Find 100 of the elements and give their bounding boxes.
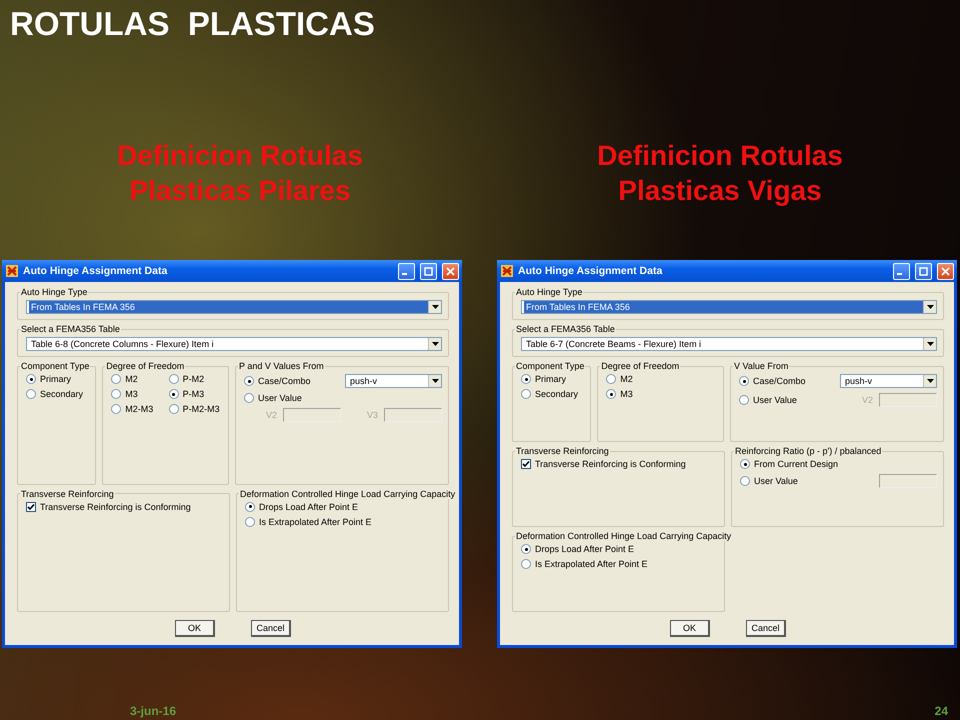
radio-label: Drops Load After Point E — [259, 502, 358, 512]
cancel-button[interactable]: Cancel — [251, 620, 291, 637]
radio-option[interactable]: User Value — [740, 476, 836, 486]
checkbox-option[interactable]: Transverse Reinforcing is Conforming — [521, 459, 718, 469]
maximize-icon — [424, 266, 433, 276]
radio-option[interactable]: Secondary — [521, 389, 584, 399]
radio-button[interactable] — [111, 404, 122, 414]
group-label: Component Type — [515, 361, 586, 371]
group-label: Deformation Controlled Hinge Load Carrying Capacity — [239, 488, 456, 498]
radio-option[interactable]: Drops Load After Point E — [245, 502, 442, 512]
checkbox-option[interactable]: Transverse Reinforcing is Conforming — [26, 502, 223, 512]
radio-button[interactable] — [740, 476, 750, 486]
minimize-icon — [897, 272, 902, 274]
radio-option[interactable]: M2-M3 — [111, 404, 165, 414]
close-button[interactable] — [442, 262, 459, 280]
radio-option[interactable]: Is Extrapolated After Point E — [521, 559, 718, 569]
radio-option[interactable]: Primary — [26, 374, 90, 384]
cancel-button[interactable]: Cancel — [746, 620, 786, 637]
radio-button[interactable] — [521, 559, 531, 569]
radio-label: User Value — [258, 393, 302, 403]
radio-button[interactable] — [168, 404, 179, 414]
ok-button[interactable]: OK — [670, 620, 710, 637]
radio-label: P-M2-M3 — [182, 404, 220, 414]
close-icon — [446, 266, 455, 276]
dropdown[interactable]: From Tables In FEMA 356 — [26, 300, 442, 314]
group-label: Transverse Reinforcing — [20, 488, 115, 498]
radio-button[interactable] — [521, 374, 531, 384]
group-label: Deformation Controlled Hinge Load Carrying Capacity — [515, 531, 732, 541]
minimize-button[interactable] — [398, 262, 415, 280]
radio-button[interactable] — [521, 544, 531, 554]
radio-button[interactable] — [26, 389, 36, 399]
footer-date: 3-jun-16 — [130, 704, 176, 718]
app-icon — [6, 265, 18, 277]
radio-label: Primary — [535, 374, 566, 384]
radio-label: Drops Load After Point E — [535, 544, 634, 554]
radio-button[interactable] — [111, 374, 122, 384]
radio-button[interactable] — [521, 389, 531, 399]
group-label: Transverse Reinforcing — [515, 446, 610, 456]
radio-option[interactable]: Drops Load After Point E — [521, 544, 718, 554]
maximize-button[interactable] — [915, 262, 932, 280]
radio-option[interactable]: M3 — [111, 389, 165, 399]
radio-button[interactable] — [606, 389, 616, 399]
group-label: Select a FEMA356 Table — [20, 324, 121, 334]
radio-label: Secondary — [535, 389, 578, 399]
section-heading: Definicion Rotulas Plasticas Vigas — [596, 139, 844, 208]
radio-label: M2 — [125, 374, 138, 384]
radio-option[interactable]: Case/Combo — [739, 376, 836, 386]
dropdown[interactable]: From Tables In FEMA 356 — [521, 300, 937, 314]
radio-label: From Current Design — [754, 459, 838, 469]
dropdown[interactable]: push-v — [345, 374, 442, 388]
radio-option[interactable]: P-M2 — [168, 374, 222, 384]
radio-option[interactable]: Primary — [521, 374, 584, 384]
radio-button[interactable] — [244, 393, 254, 403]
radio-button[interactable] — [111, 389, 122, 399]
group-label: Component Type — [20, 361, 90, 371]
radio-button[interactable] — [26, 374, 36, 384]
radio-option[interactable]: Is Extrapolated After Point E — [245, 516, 442, 526]
radio-button[interactable] — [740, 459, 750, 469]
minimize-button[interactable] — [893, 262, 910, 280]
minimize-icon — [402, 272, 407, 274]
maximize-button[interactable] — [420, 262, 437, 280]
radio-label: M3 — [125, 389, 138, 399]
radio-button[interactable] — [245, 502, 255, 512]
radio-option[interactable]: M2 — [606, 374, 718, 384]
dropdown[interactable]: push-v — [840, 374, 937, 388]
dropdown[interactable]: Table 6-8 (Concrete Columns - Flexure) Item i — [26, 337, 442, 351]
checkbox-label: Transverse Reinforcing is Conforming — [40, 502, 191, 512]
radio-option[interactable]: M3 — [606, 389, 718, 399]
radio-option[interactable]: Secondary — [26, 389, 90, 399]
radio-option[interactable]: User Value — [244, 393, 442, 403]
radio-button[interactable] — [168, 389, 179, 399]
radio-label: P-M3 — [182, 389, 204, 399]
page-number: 24 — [934, 704, 948, 718]
group-label: Degree of Freedom — [600, 361, 680, 371]
checkbox-label: Transverse Reinforcing is Conforming — [535, 459, 686, 469]
radio-button[interactable] — [739, 395, 750, 405]
app-icon — [501, 265, 513, 277]
radio-option[interactable]: P-M3 — [168, 389, 222, 399]
checkbox[interactable] — [521, 459, 531, 469]
window-title: Auto Hinge Assignment Data — [518, 265, 664, 277]
radio-button[interactable] — [245, 516, 255, 526]
radio-label: Is Extrapolated After Point E — [259, 516, 372, 526]
ok-button[interactable]: OK — [175, 620, 215, 637]
checkbox[interactable] — [26, 502, 36, 512]
maximize-icon — [919, 266, 928, 276]
close-button[interactable] — [937, 262, 954, 280]
dropdown[interactable]: Table 6-7 (Concrete Beams - Flexure) Item i — [521, 337, 937, 351]
radio-option[interactable]: From Current Design — [740, 459, 937, 469]
field-label: V3 — [366, 410, 378, 420]
radio-label: M3 — [620, 389, 633, 399]
radio-label: P-M2 — [182, 374, 204, 384]
group-label: P and V Values From — [238, 361, 325, 371]
radio-option[interactable]: User Value — [739, 395, 836, 405]
radio-option[interactable]: P-M2-M3 — [168, 404, 222, 414]
radio-option[interactable]: M2 — [111, 374, 165, 384]
radio-button[interactable] — [739, 376, 750, 386]
radio-button[interactable] — [606, 374, 616, 384]
radio-option[interactable]: Case/Combo — [244, 376, 342, 386]
radio-button[interactable] — [244, 376, 254, 386]
radio-button[interactable] — [168, 374, 179, 384]
